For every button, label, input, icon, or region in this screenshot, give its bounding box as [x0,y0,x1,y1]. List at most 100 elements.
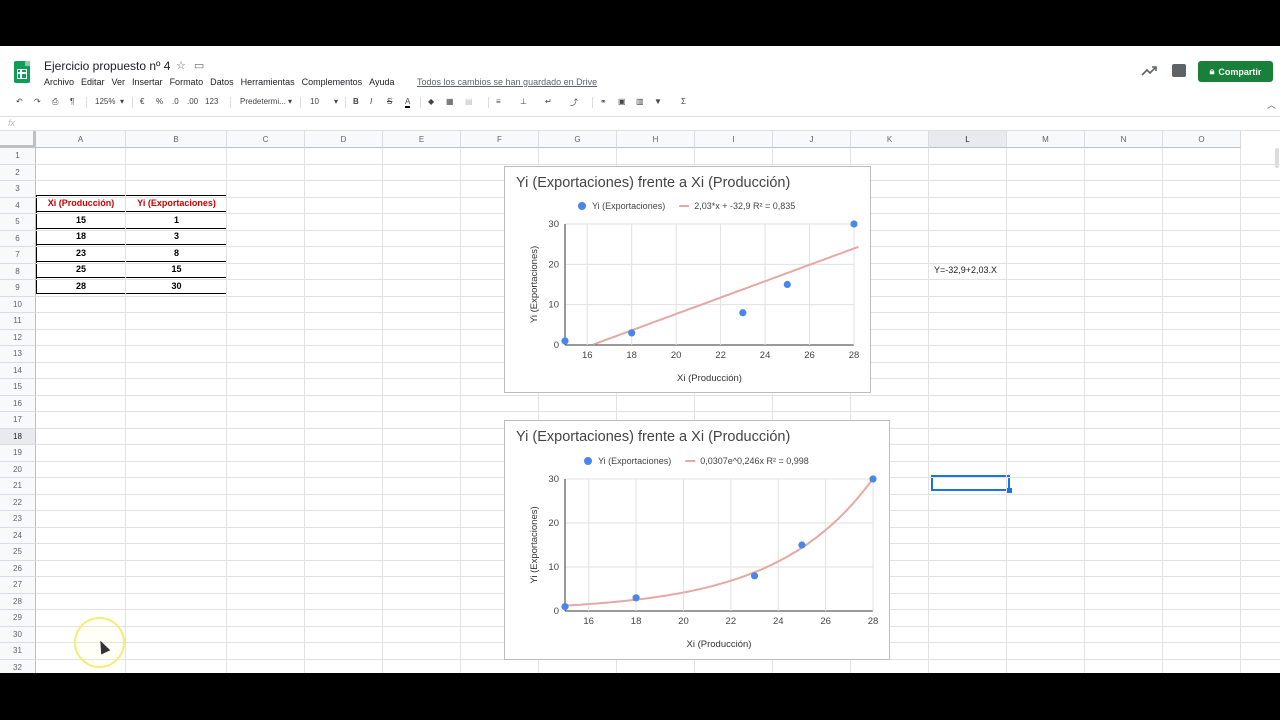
row-header-2[interactable]: 2 [0,164,36,181]
column-header-o[interactable]: O [1163,131,1241,148]
more-formats-button[interactable]: 123 [205,97,218,106]
undo-icon[interactable]: ↶ [16,97,23,106]
functions-button[interactable]: Σ [681,97,686,106]
explore-trend-icon[interactable] [1140,63,1158,79]
row-header-22[interactable]: 22 [0,494,36,511]
menu-ver[interactable]: Ver [112,77,126,87]
comment-icon[interactable] [1172,64,1186,77]
row-header-27[interactable]: 27 [0,577,36,594]
row-header-9[interactable]: 9 [0,280,36,297]
row-header-29[interactable]: 29 [0,610,36,627]
column-header-a[interactable]: A [36,131,126,148]
row-header-28[interactable]: 28 [0,593,36,610]
formula-bar[interactable]: fx [0,116,1280,131]
star-icon[interactable]: ☆ [176,59,186,72]
borders-icon[interactable]: ▦ [446,97,454,106]
row-header-5[interactable]: 5 [0,214,36,231]
menu-archivo[interactable]: Archivo [44,77,74,87]
text-color-button[interactable]: A [405,97,411,108]
row-header-18[interactable]: 18 [0,428,36,445]
row-header-26[interactable]: 26 [0,560,36,577]
vertical-align-icon[interactable]: ⊥ [520,97,527,106]
menu-complementos[interactable]: Complementos [302,77,363,87]
row-header-30[interactable]: 30 [0,626,36,643]
table-cell[interactable]: 28 [37,278,125,294]
row-header-12[interactable]: 12 [0,329,36,346]
column-header-l[interactable]: L [929,131,1007,148]
row-header-19[interactable]: 19 [0,445,36,462]
folder-icon[interactable]: ▭ [194,59,204,72]
row-header-20[interactable]: 20 [0,461,36,478]
chevron-down-icon[interactable]: ▾ [288,97,292,106]
decrease-decimal-button[interactable]: .0 [172,97,179,106]
insert-chart-icon[interactable]: ▥ [636,97,644,106]
currency-button[interactable]: € [140,97,144,106]
table-cell[interactable]: 15 [37,212,125,228]
column-header-g[interactable]: G [539,131,617,148]
row-header-23[interactable]: 23 [0,511,36,528]
column-header-h[interactable]: H [617,131,695,148]
italic-button[interactable]: I [370,97,372,106]
row-header-31[interactable]: 31 [0,643,36,660]
chevron-down-icon[interactable]: ▾ [120,97,124,106]
menu-formato[interactable]: Formato [170,77,204,87]
column-header-i[interactable]: I [695,131,773,148]
filter-icon[interactable]: ▼ [654,97,662,106]
select-all-corner[interactable] [0,131,36,148]
percent-button[interactable]: % [156,97,163,106]
vertical-scrollbar[interactable] [1275,148,1279,168]
document-title[interactable]: Ejercicio propuesto nº 4 [44,59,170,73]
paint-format-icon[interactable]: ¶ [70,97,74,106]
row-header-24[interactable]: 24 [0,527,36,544]
row-header-17[interactable]: 17 [0,412,36,429]
row-header-14[interactable]: 14 [0,362,36,379]
row-header-13[interactable]: 13 [0,346,36,363]
column-header-f[interactable]: F [461,131,539,148]
redo-icon[interactable]: ↷ [34,97,41,106]
menu-editar[interactable]: Editar [81,77,105,87]
scatter-chart-exponential[interactable]: Yi (Exportaciones) frente a Xi (Producci… [504,420,890,660]
row-header-21[interactable]: 21 [0,478,36,495]
row-header-32[interactable]: 32 [0,659,36,673]
row-header-1[interactable]: 1 [0,148,36,165]
row-header-6[interactable]: 6 [0,230,36,247]
column-header-c[interactable]: C [227,131,305,148]
scatter-chart-linear[interactable]: Yi (Exportaciones) frente a Xi (Producci… [504,166,871,393]
font-select[interactable]: Predetermi... [240,97,286,106]
row-header-10[interactable]: 10 [0,296,36,313]
bold-button[interactable]: B [353,97,359,106]
menu-datos[interactable]: Datos [210,77,234,87]
row-header-16[interactable]: 16 [0,395,36,412]
table-cell[interactable]: 23 [37,245,125,261]
menu-herramientas[interactable]: Herramientas [241,77,295,87]
table-cell[interactable]: 8 [126,245,227,261]
equation-note-cell[interactable]: Y=-32,9+2,03.X [934,265,997,275]
font-size-select[interactable]: 10 [310,97,319,106]
row-header-11[interactable]: 11 [0,313,36,330]
share-button[interactable]: 🔒︎ Compartir [1198,61,1273,82]
chevron-down-icon[interactable]: ▾ [334,97,338,106]
save-status[interactable]: Todos los cambios se han guardado en Dri… [417,77,597,87]
column-header-d[interactable]: D [305,131,383,148]
menu-insertar[interactable]: Insertar [132,77,163,87]
chevron-up-icon[interactable]: ︿ [1267,98,1276,111]
sheets-logo-icon[interactable] [14,61,30,83]
merge-cells-icon[interactable]: ▤ [465,97,473,106]
increase-decimal-button[interactable]: .00 [187,97,198,106]
column-header-k[interactable]: K [851,131,929,148]
row-header-25[interactable]: 25 [0,544,36,561]
table-cell[interactable]: 30 [126,278,227,294]
strikethrough-button[interactable]: S [387,97,392,106]
text-wrap-icon[interactable]: ↵ [545,97,552,106]
link-icon[interactable]: ⚭ [600,97,607,106]
text-rotate-icon[interactable]: ⤴ [570,97,578,108]
row-header-4[interactable]: 4 [0,197,36,214]
row-header-15[interactable]: 15 [0,379,36,396]
table-cell[interactable]: 1 [126,212,227,228]
column-header-b[interactable]: B [126,131,227,148]
menu-ayuda[interactable]: Ayuda [369,77,394,87]
zoom-select[interactable]: 125% [95,97,115,106]
row-header-7[interactable]: 7 [0,247,36,264]
align-left-icon[interactable]: ≡ [496,97,501,106]
print-icon[interactable]: ⎙ [52,97,58,107]
